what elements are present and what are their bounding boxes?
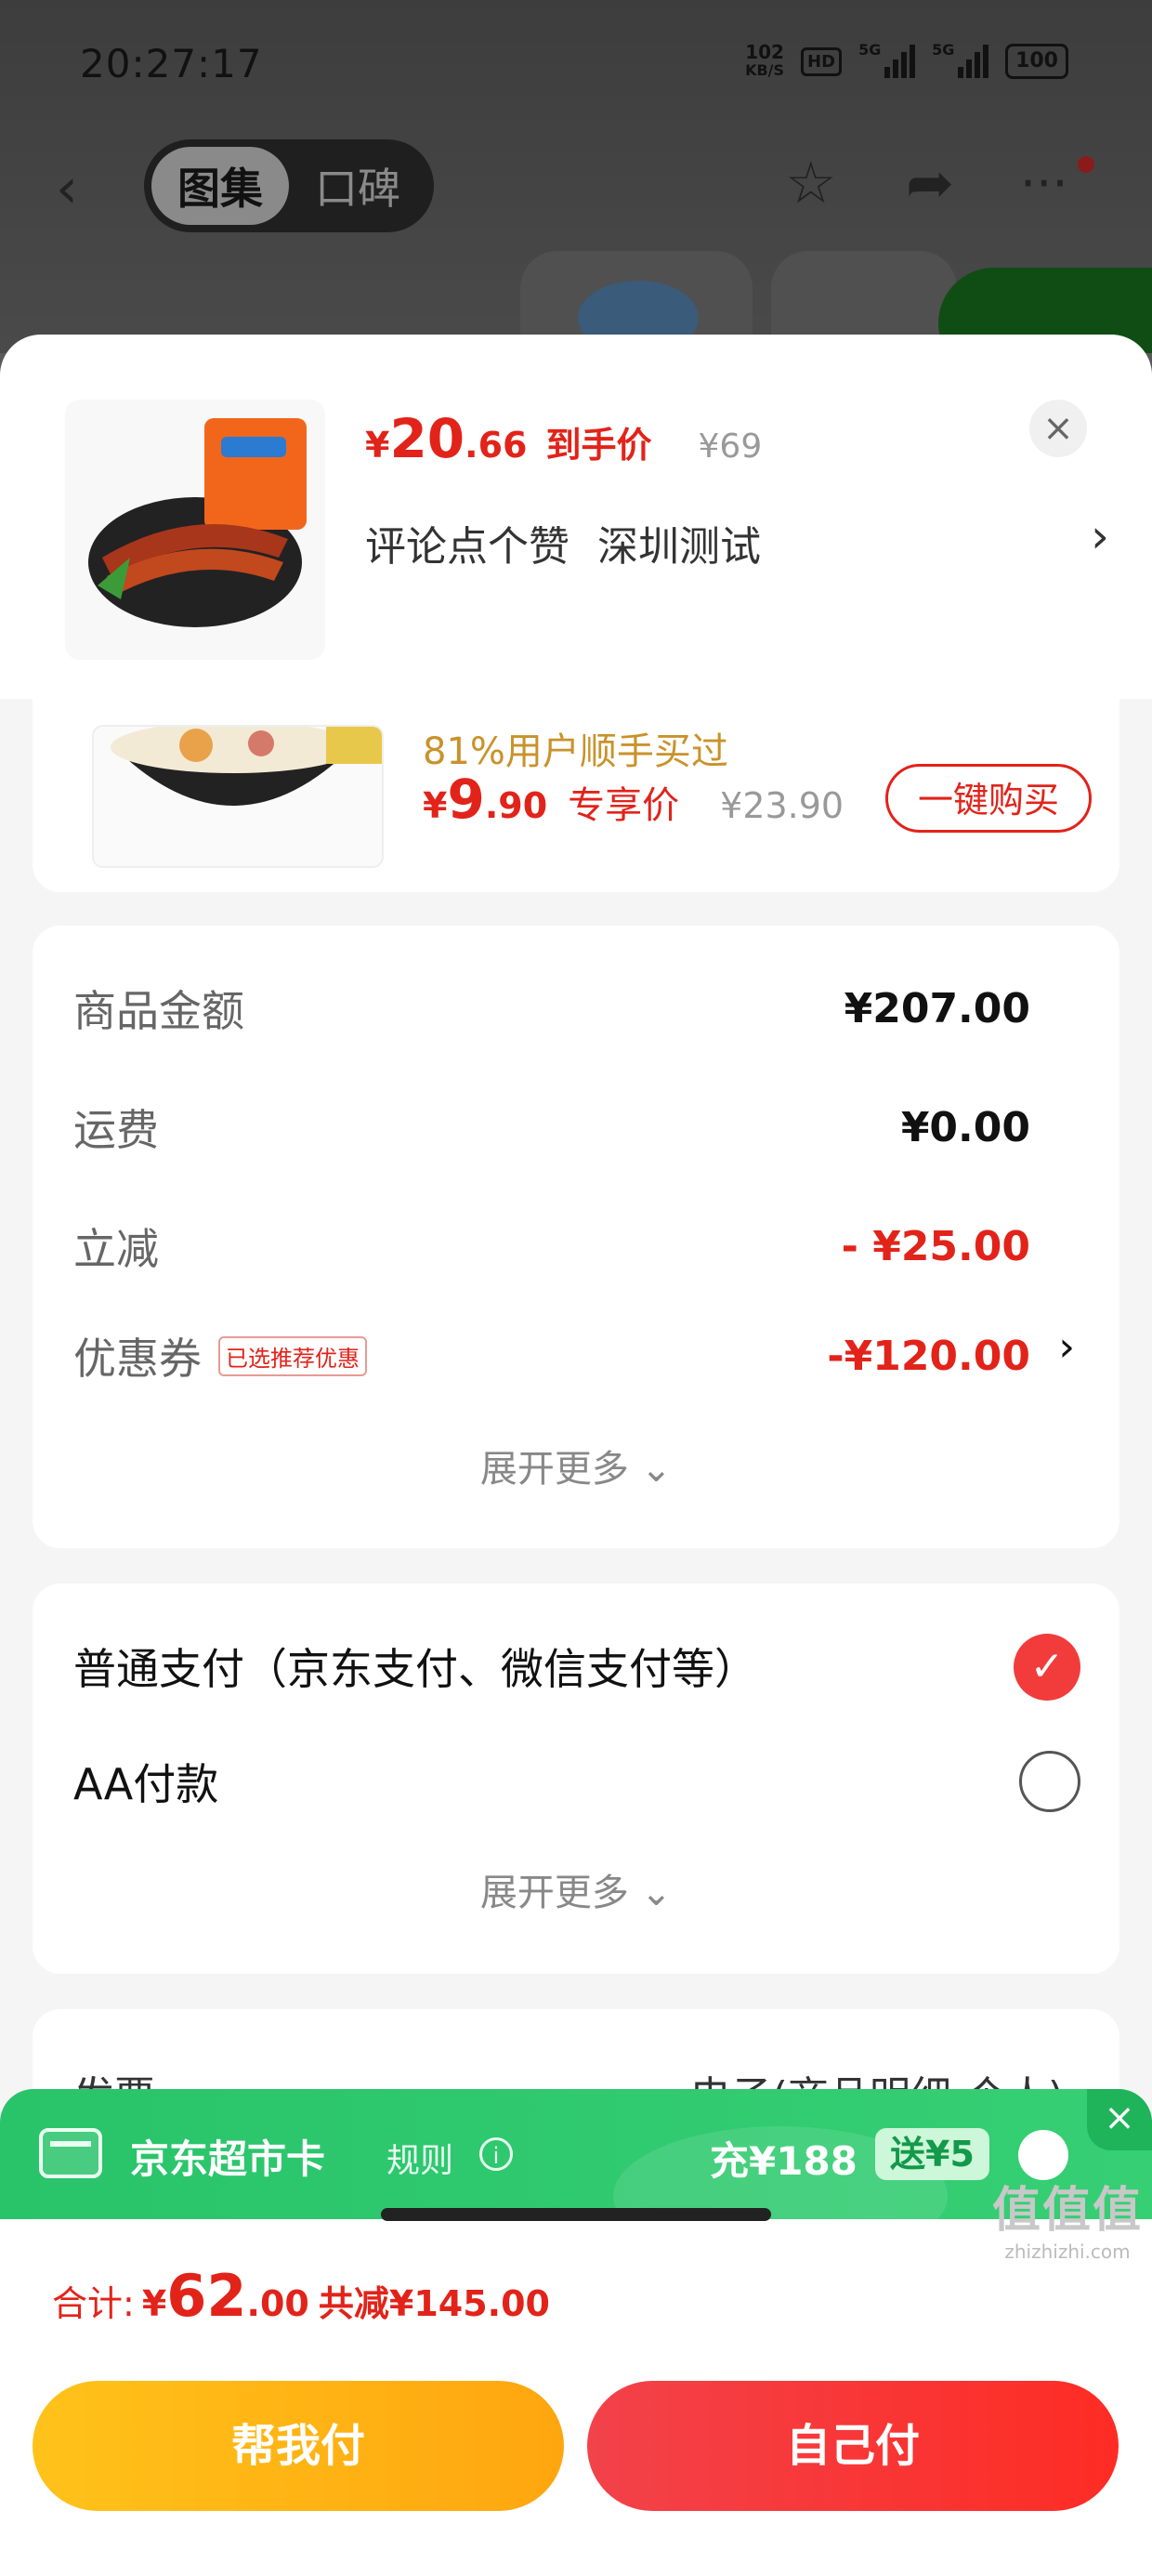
help-pay-button[interactable]: 帮我付 [33,2381,564,2511]
hd-icon: HD [801,46,843,76]
final-price-tag: 到手价 [545,425,652,466]
recommend-price: ¥ 9 .90 专享价 ¥23.90 [423,768,844,831]
payment-option-aa[interactable]: AA付款 [73,1751,218,1812]
chevron-right-icon[interactable]: › [1058,1323,1075,1371]
payment-method-card: 普通支付（京东支付、微信支付等） ✓ AA付款 展开更多 ⌄ [33,1584,1119,1974]
watermark: 值值值 zhizhizhi.com [991,2183,1143,2263]
signal-icon: 5G [858,41,916,78]
promo-gift-badge: 送¥5 [875,2128,989,2180]
product-price: ¥ 20 .66 到手价 ¥69 [365,407,763,470]
status-icons: 102 KB/S HD 5G 5G 100 [745,41,1068,80]
star-icon[interactable]: ☆ [785,149,837,217]
promo-charge: 充¥188 [710,2138,857,2184]
chevron-right-icon[interactable]: › [1091,509,1109,563]
home-indicator[interactable] [381,2208,771,2221]
self-pay-button[interactable]: 自己付 [587,2381,1119,2511]
price-summary-card: 商品金额 ¥207.00 运费 ¥0.00 立减 - ¥25.00 优惠券 已选… [33,926,1119,1548]
card-icon [39,2128,102,2178]
summary-row: 立减 - ¥25.00 [73,1222,1030,1275]
battery-icon: 100 [1005,44,1068,79]
total-bar: 合计: ¥ 62 .00 共减¥145.00 [0,2219,1152,2364]
payment-option-normal[interactable]: 普通支付（京东支付、微信支付等） [73,1636,757,1697]
close-icon[interactable]: × [1087,2089,1152,2150]
action-bar: 帮我付 自己付 [0,2362,1152,2576]
coupon-row[interactable]: 优惠券 已选推荐优惠 -¥120.00 [73,1325,1030,1387]
promo-title: 京东超市卡 [130,2136,326,2182]
network-speed: 102 KB/S [745,41,785,79]
checkmark-icon[interactable]: ✓ [1014,1634,1080,1701]
signal-icon: 5G [932,41,989,78]
chevron-down-icon: ⌄ [640,1448,673,1491]
expand-more-button[interactable]: 展开更多 ⌄ [33,1862,1119,1916]
status-time: 20:27:17 [80,41,263,86]
tab-gallery[interactable]: 图集 [151,147,289,225]
gallery-review-toggle: 图集 口碑 [144,139,434,232]
share-icon[interactable]: ➦ [906,149,954,217]
checkout-sheet: ¥ 20 .66 到手价 ¥69 评论点个赞 深圳测试 › × 81%用户顺手买… [0,335,1152,2576]
expand-more-button[interactable]: 展开更多 ⌄ [33,1439,1119,1492]
one-click-buy-button[interactable]: 一键购买 [885,764,1092,833]
promo-rule-link[interactable]: 规则 [386,2134,453,2182]
product-image [65,400,325,660]
product-spec[interactable]: 评论点个赞 深圳测试 [365,513,761,572]
coupon-tag: 已选推荐优惠 [218,1335,367,1376]
total-discount: 共减¥145.00 [318,2283,550,2324]
recommend-product-image [92,725,384,868]
supermarket-card-banner: 京东超市卡 规则 i 充¥188 送¥5 × [0,2089,1152,2219]
radio-unchecked[interactable] [1019,1751,1080,1812]
product-header: ¥ 20 .66 到手价 ¥69 评论点个赞 深圳测试 › × [0,335,1152,699]
info-icon[interactable]: i [479,2137,513,2171]
original-price: ¥69 [698,427,763,466]
summary-row: 运费 ¥0.00 [73,1103,1030,1156]
more-icon[interactable]: ··· [1020,154,1068,213]
total-amount: 合计: ¥ 62 .00 共减¥145.00 [52,2262,550,2330]
chevron-left-icon[interactable]: ‹ [56,156,78,221]
tab-reviews[interactable]: 口碑 [289,147,426,225]
close-icon[interactable]: × [1029,400,1087,457]
notification-dot [1078,156,1094,173]
summary-row: 商品金额 ¥207.00 [73,984,1030,1037]
background-page: 20:27:17 102 KB/S HD 5G 5G 100 ‹ 图集 口碑 ☆… [0,0,1152,353]
chevron-down-icon: ⌄ [640,1872,673,1914]
